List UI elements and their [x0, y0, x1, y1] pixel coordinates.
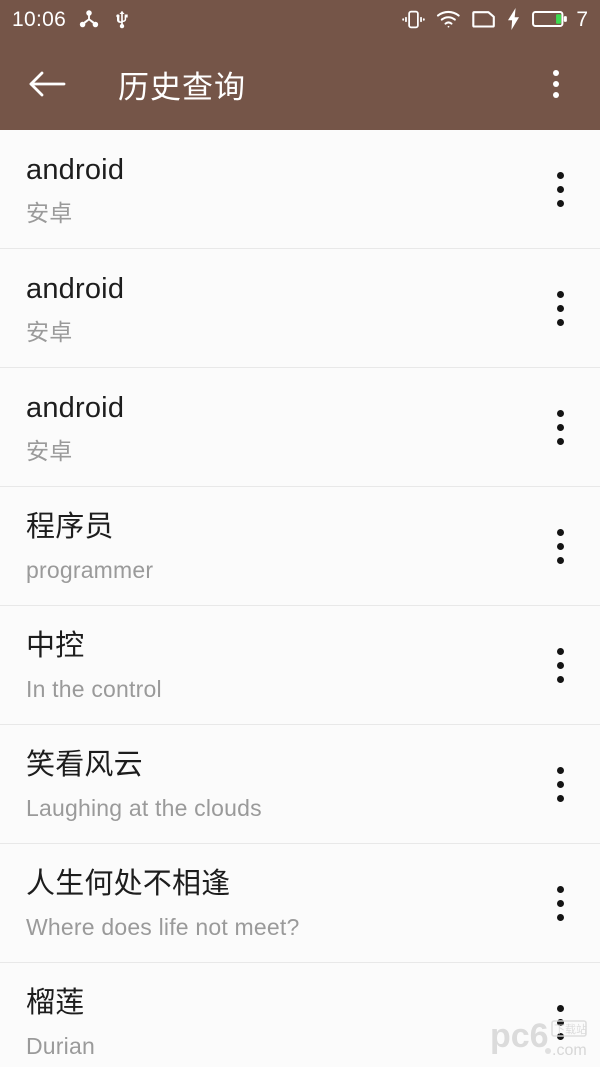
list-item[interactable]: android 安卓: [0, 368, 600, 487]
list-item-overflow-menu-button[interactable]: [538, 399, 582, 455]
history-list[interactable]: android 安卓 android 安卓 android 安卓 程序员 pro…: [0, 130, 600, 1067]
list-item-secondary-text: 安卓: [26, 200, 73, 226]
overflow-menu-icon-dot: [556, 766, 564, 774]
vibrate-icon: [402, 9, 426, 30]
list-item-overflow-menu-button[interactable]: [538, 161, 582, 217]
battery-icon: [532, 9, 568, 29]
back-arrow-icon: [27, 68, 67, 100]
list-item-secondary-text: Durian: [26, 1033, 95, 1059]
back-button[interactable]: [18, 55, 76, 113]
battery-level-label: 7: [576, 7, 588, 31]
list-item-primary-text: 榴莲: [26, 987, 85, 1019]
overflow-menu-icon-dot: [553, 70, 559, 76]
list-item-primary-text: android: [26, 273, 125, 305]
share-nodes-icon: [78, 8, 100, 30]
overflow-menu-icon-dot: [553, 81, 559, 87]
status-bar-left: 10:06: [12, 8, 132, 30]
overflow-menu-icon-dot: [556, 423, 564, 431]
overflow-menu-icon-dot: [556, 794, 564, 802]
list-item[interactable]: 中控 In the control: [0, 606, 600, 725]
list-item-secondary-text: In the control: [26, 676, 162, 702]
overflow-menu-icon-dot: [556, 899, 564, 907]
list-item-primary-text: android: [26, 392, 125, 424]
status-bar-right: 7: [402, 8, 588, 30]
overflow-menu-icon-dot: [556, 647, 564, 655]
list-item-secondary-text: Where does life not meet?: [26, 914, 300, 940]
list-item-secondary-text: Laughing at the clouds: [26, 795, 262, 821]
toolbar-overflow-menu-button[interactable]: [534, 55, 578, 113]
overflow-menu-icon-dot: [556, 556, 564, 564]
list-item-overflow-menu-button[interactable]: [538, 637, 582, 693]
list-item-secondary-text: 安卓: [26, 438, 73, 464]
overflow-menu-icon-dot: [556, 318, 564, 326]
list-item-primary-text: android: [26, 154, 125, 186]
list-item-primary-text: 笑看风云: [26, 749, 143, 781]
list-item-overflow-menu-button[interactable]: [538, 875, 582, 931]
list-item-overflow-menu-button[interactable]: [538, 518, 582, 574]
overflow-menu-icon-dot: [556, 913, 564, 921]
list-item-secondary-text: 安卓: [26, 319, 73, 345]
status-bar: 10:06 7: [0, 0, 600, 38]
list-item-overflow-menu-button[interactable]: [538, 280, 582, 336]
list-item-primary-text: 中控: [26, 630, 85, 662]
overflow-menu-icon-dot: [556, 199, 564, 207]
list-item-primary-text: 程序员: [26, 511, 114, 543]
overflow-menu-icon-dot: [556, 185, 564, 193]
list-item[interactable]: 榴莲 Durian: [0, 963, 600, 1067]
overflow-menu-icon-dot: [556, 661, 564, 669]
list-item[interactable]: android 安卓: [0, 249, 600, 368]
list-item[interactable]: 笑看风云 Laughing at the clouds: [0, 725, 600, 844]
page-title: 历史查询: [118, 69, 246, 105]
overflow-menu-icon-dot: [556, 885, 564, 893]
list-item-overflow-menu-button[interactable]: [538, 756, 582, 812]
wifi-icon: [436, 9, 461, 29]
overflow-menu-icon-dot: [556, 1018, 564, 1026]
overflow-menu-icon-dot: [556, 1032, 564, 1040]
phone-screen: 10:06 7 历史查询 android 安卓 android 安卓 andro…: [0, 0, 600, 1067]
list-item-overflow-menu-button[interactable]: [538, 994, 582, 1050]
overflow-menu-icon-dot: [556, 1004, 564, 1012]
overflow-menu-icon-dot: [556, 290, 564, 298]
overflow-menu-icon-dot: [556, 780, 564, 788]
overflow-menu-icon-dot: [556, 437, 564, 445]
charging-bolt-icon: [507, 8, 521, 30]
overflow-menu-icon-dot: [553, 92, 559, 98]
overflow-menu-icon-dot: [556, 409, 564, 417]
usb-icon: [112, 8, 132, 30]
list-item-primary-text: 人生何处不相逢: [26, 868, 231, 900]
list-item[interactable]: 程序员 programmer: [0, 487, 600, 606]
overflow-menu-icon-dot: [556, 675, 564, 683]
list-item-secondary-text: programmer: [26, 557, 154, 583]
overflow-menu-icon-dot: [556, 304, 564, 312]
status-clock: 10:06: [12, 7, 67, 31]
app-toolbar: 历史查询: [0, 38, 600, 130]
list-item[interactable]: android 安卓: [0, 130, 600, 249]
sim-card-icon: [472, 9, 496, 29]
overflow-menu-icon-dot: [556, 528, 564, 536]
overflow-menu-icon-dot: [556, 171, 564, 179]
overflow-menu-icon-dot: [556, 542, 564, 550]
list-item[interactable]: 人生何处不相逢 Where does life not meet?: [0, 844, 600, 963]
